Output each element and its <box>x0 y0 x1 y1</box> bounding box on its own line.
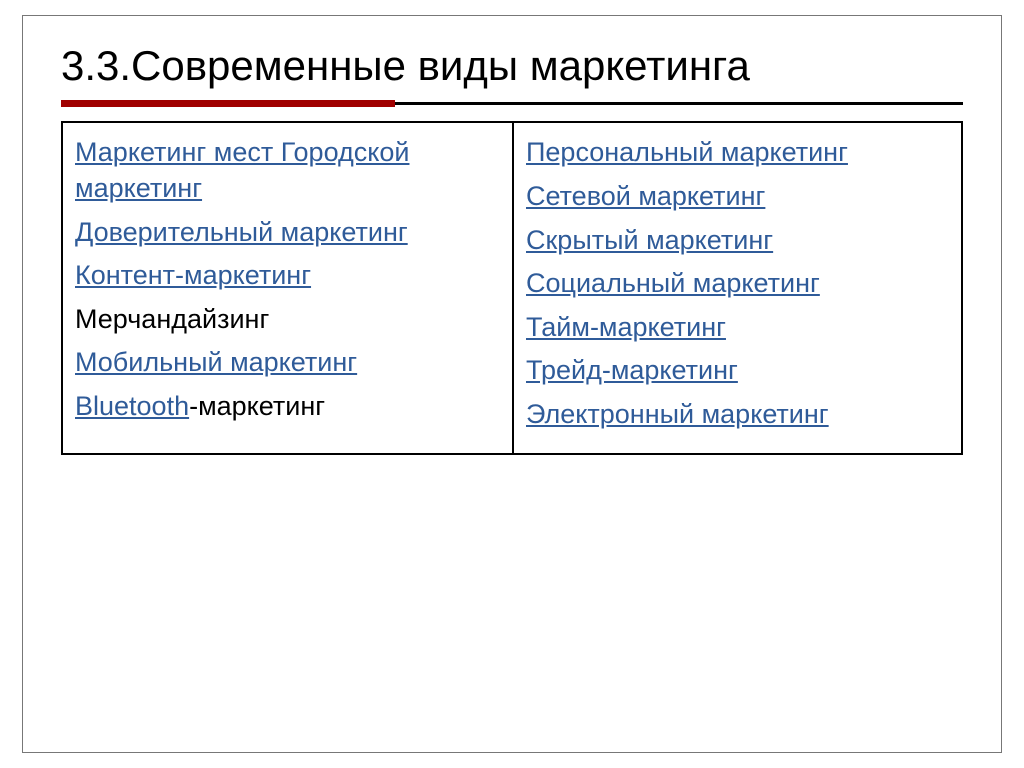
link-item[interactable]: Контент-маркетинг <box>75 258 502 294</box>
mixed-item: Bluetooth-маркетинг <box>75 389 502 425</box>
link-item[interactable]: Сетевой маркетинг <box>526 179 951 215</box>
text-part: -маркетинг <box>189 391 325 421</box>
right-column: Персональный маркетинг Сетевой маркетинг… <box>512 123 961 452</box>
link-part[interactable]: Bluetooth <box>75 391 189 421</box>
accent-red <box>61 100 395 107</box>
link-item[interactable]: Электронный маркетинг <box>526 397 951 433</box>
link-item[interactable]: Тайм-маркетинг <box>526 310 951 346</box>
accent-bar <box>61 100 963 107</box>
link-item[interactable]: Персональный маркетинг <box>526 135 951 171</box>
left-column: Маркетинг мест Городской маркетинг Довер… <box>63 123 512 452</box>
link-item[interactable]: Маркетинг мест Городской маркетинг <box>75 135 502 206</box>
content-table: Маркетинг мест Городской маркетинг Довер… <box>61 121 963 454</box>
link-item[interactable]: Скрытый маркетинг <box>526 223 951 259</box>
text-item: Мерчандайзинг <box>75 302 502 338</box>
link-item[interactable]: Социальный маркетинг <box>526 266 951 302</box>
slide-title: 3.3.Современные виды маркетинга <box>61 42 963 90</box>
slide: 3.3.Современные виды маркетинга Маркетин… <box>22 15 1002 753</box>
link-item[interactable]: Мобильный маркетинг <box>75 345 502 381</box>
link-item[interactable]: Доверительный маркетинг <box>75 215 502 251</box>
link-item[interactable]: Трейд-маркетинг <box>526 353 951 389</box>
accent-black <box>395 102 963 105</box>
